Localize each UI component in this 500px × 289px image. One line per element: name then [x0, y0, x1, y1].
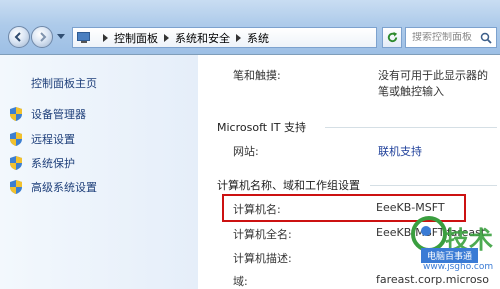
shield-icon	[10, 132, 22, 146]
divider	[370, 185, 497, 186]
sidebar-item-label: 远程设置	[31, 133, 75, 146]
breadcrumb-separator-icon[interactable]	[103, 33, 108, 42]
breadcrumb-separator-icon[interactable]	[236, 33, 241, 42]
forward-arrow-icon	[40, 32, 47, 42]
shield-icon	[10, 156, 22, 170]
watermark-dot-icon	[421, 226, 431, 236]
sidebar-item-label: 系统保护	[31, 157, 75, 170]
navigation-bar: 控制面板 系统和安全 系统	[0, 0, 500, 55]
online-support-link[interactable]: 联机支持	[378, 143, 422, 159]
domain-label: 域:	[233, 275, 248, 288]
pen-touch-value-line1: 没有可用于此显示器的	[378, 69, 488, 82]
breadcrumb-system[interactable]: 系统	[247, 30, 269, 46]
computer-section-header: 计算机名称、域和工作组设置	[217, 179, 360, 192]
full-name-label: 计算机全名:	[233, 228, 292, 241]
control-panel-home-link[interactable]: 控制面板主页	[31, 75, 97, 91]
website-label: 网站:	[233, 145, 259, 158]
breadcrumb-system-security[interactable]: 系统和安全	[175, 30, 230, 46]
shield-icon	[10, 180, 22, 194]
back-button[interactable]	[8, 26, 30, 48]
pen-touch-label: 笔和触摸:	[233, 69, 281, 82]
sidebar-item-label: 设备管理器	[31, 108, 86, 121]
watermark-tag: 电脑百事通	[421, 248, 479, 263]
search-icon[interactable]	[480, 32, 492, 44]
refresh-button[interactable]	[382, 27, 402, 48]
sidebar-item-system-protection[interactable]: 系统保护	[9, 155, 75, 171]
breadcrumb-control-panel[interactable]: 控制面板	[114, 30, 158, 46]
sidebar-item-label: 高级系统设置	[31, 181, 97, 194]
description-label: 计算机描述:	[233, 252, 292, 265]
sidebar-item-remote-settings[interactable]: 远程设置	[9, 131, 75, 147]
search-input[interactable]	[412, 32, 482, 43]
search-box[interactable]	[405, 27, 497, 48]
watermark: 技术 电脑百事通 www.jsgho.com	[407, 214, 500, 289]
divider	[325, 127, 497, 128]
control-panel-icon	[77, 31, 91, 44]
watermark-url: www.jsgho.com	[423, 262, 494, 272]
back-arrow-icon	[14, 32, 21, 42]
support-section-header: Microsoft IT 支持	[217, 121, 307, 134]
forward-button[interactable]	[31, 26, 53, 48]
pen-touch-value-line2: 笔或触控输入	[378, 85, 444, 98]
sidebar-item-advanced-settings[interactable]: 高级系统设置	[9, 179, 97, 195]
sidebar-item-device-manager[interactable]: 设备管理器	[9, 106, 86, 122]
refresh-icon	[387, 31, 398, 43]
shield-icon	[10, 107, 22, 121]
breadcrumb-separator-icon[interactable]	[164, 33, 169, 42]
left-nav-pane: 控制面板主页 设备管理器 远程设置 系统保护 高级系统设置	[0, 55, 198, 289]
recent-pages-dropdown[interactable]	[57, 34, 65, 39]
address-bar[interactable]: 控制面板 系统和安全 系统	[72, 27, 377, 48]
